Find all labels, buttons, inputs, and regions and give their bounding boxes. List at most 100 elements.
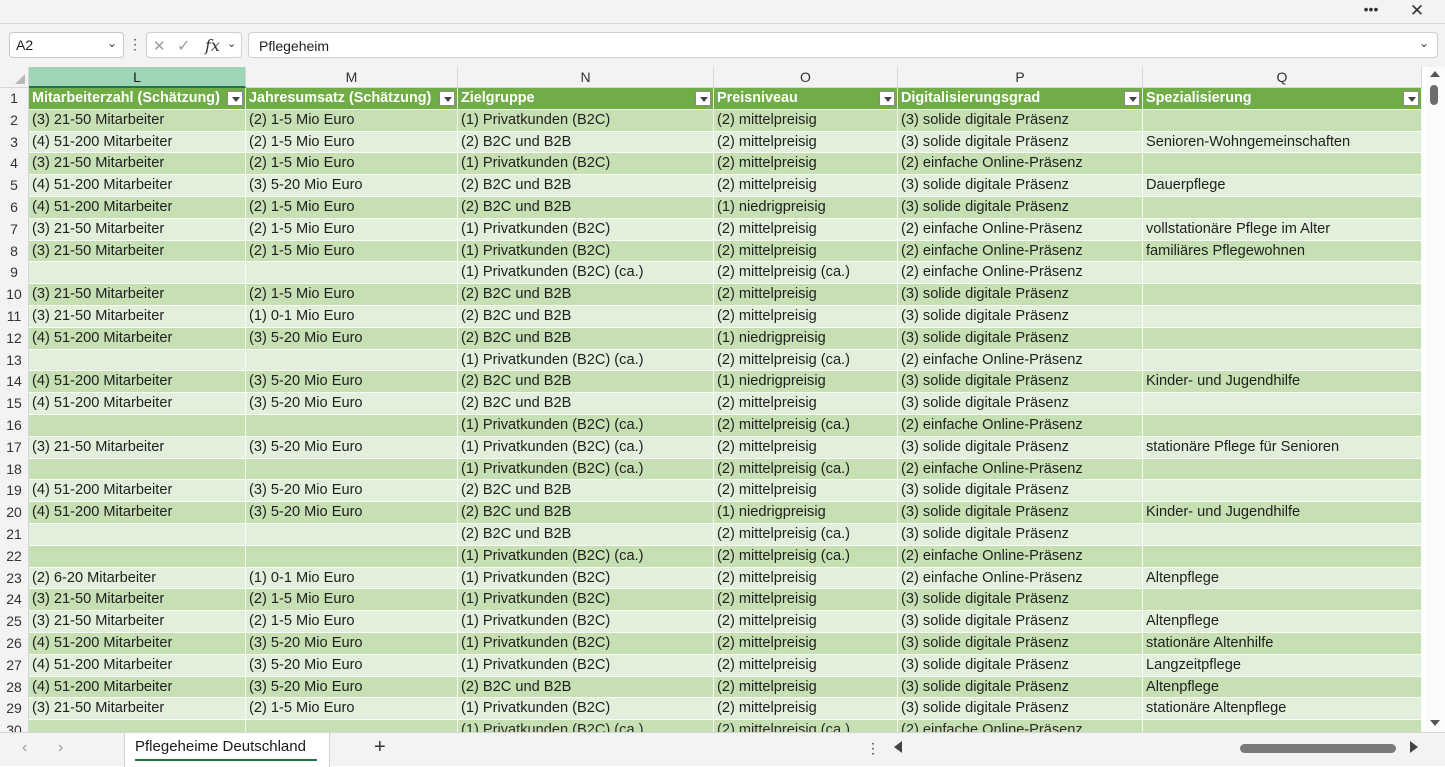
table-cell[interactable]: (2) mittelpreisig: [714, 284, 898, 306]
row-number[interactable]: 16: [0, 414, 29, 437]
header-cell[interactable]: Spezialisierung: [1143, 88, 1422, 110]
table-cell[interactable]: (3) 5-20 Mio Euro: [246, 393, 458, 415]
table-cell[interactable]: (3) solide digitale Präsenz: [898, 502, 1143, 524]
filter-dropdown-icon[interactable]: [879, 91, 895, 106]
table-cell[interactable]: (2) einfache Online-Präsenz: [898, 545, 1143, 568]
table-cell[interactable]: (3) solide digitale Präsenz: [898, 611, 1143, 633]
row-number[interactable]: 18: [0, 458, 29, 481]
table-cell[interactable]: (1) niedrigpreisig: [714, 371, 898, 394]
table-cell[interactable]: (3) solide digitale Präsenz: [898, 393, 1143, 415]
table-cell[interactable]: (2) mittelpreisig: [714, 393, 898, 415]
table-cell[interactable]: Altenpflege: [1143, 611, 1422, 633]
table-cell[interactable]: (3) 21-50 Mitarbeiter: [29, 153, 246, 176]
row-number[interactable]: 8: [0, 240, 29, 263]
table-cell[interactable]: (1) Privatkunden (B2C): [458, 654, 714, 677]
row-number[interactable]: 9: [0, 262, 29, 285]
table-cell[interactable]: (1) Privatkunden (B2C): [458, 240, 714, 263]
row-number[interactable]: 21: [0, 523, 29, 546]
table-cell[interactable]: (4) 51-200 Mitarbeiter: [29, 632, 246, 655]
table-cell[interactable]: (3) 5-20 Mio Euro: [246, 175, 458, 197]
table-cell[interactable]: [1143, 153, 1422, 176]
table-cell[interactable]: (3) 5-20 Mio Euro: [246, 632, 458, 655]
table-cell[interactable]: vollstationäre Pflege im Alter: [1143, 218, 1422, 241]
table-cell[interactable]: stationäre Altenpflege: [1143, 698, 1422, 721]
table-cell[interactable]: [246, 523, 458, 546]
table-cell[interactable]: (2) einfache Online-Präsenz: [898, 720, 1143, 732]
table-cell[interactable]: (3) 5-20 Mio Euro: [246, 676, 458, 699]
spreadsheet-grid[interactable]: LMNOPQ 1 Mitarbeiterzahl (Schätzung) Jahre…: [0, 67, 1426, 732]
table-cell[interactable]: (2) 1-5 Mio Euro: [246, 611, 458, 633]
formula-input[interactable]: Pflegeheim ⌄: [248, 32, 1438, 58]
row-number[interactable]: 14: [0, 371, 29, 394]
table-cell[interactable]: (2) mittelpreisig: [714, 153, 898, 176]
table-cell[interactable]: (2) mittelpreisig: [714, 480, 898, 503]
table-cell[interactable]: (3) 21-50 Mitarbeiter: [29, 436, 246, 459]
table-cell[interactable]: (3) solide digitale Präsenz: [898, 436, 1143, 459]
table-cell[interactable]: (1) Privatkunden (B2C): [458, 632, 714, 655]
table-cell[interactable]: (3) 21-50 Mitarbeiter: [29, 305, 246, 328]
row-number[interactable]: 11: [0, 305, 29, 328]
table-cell[interactable]: (1) Privatkunden (B2C) (ca.): [458, 458, 714, 481]
table-cell[interactable]: [246, 720, 458, 732]
insert-function-icon[interactable]: fx: [205, 36, 220, 55]
table-cell[interactable]: (3) 21-50 Mitarbeiter: [29, 218, 246, 241]
column-header-q[interactable]: Q: [1143, 67, 1422, 88]
table-cell[interactable]: (2) einfache Online-Präsenz: [898, 567, 1143, 590]
vertical-scrollbar[interactable]: [1426, 67, 1445, 732]
table-cell[interactable]: (3) 21-50 Mitarbeiter: [29, 240, 246, 263]
row-number[interactable]: 4: [0, 153, 29, 176]
row-number[interactable]: 24: [0, 589, 29, 612]
table-cell[interactable]: (3) solide digitale Präsenz: [898, 589, 1143, 612]
row-number[interactable]: 28: [0, 676, 29, 699]
table-cell[interactable]: (2) mittelpreisig (ca.): [714, 720, 898, 732]
table-cell[interactable]: (2) B2C und B2B: [458, 676, 714, 699]
row-number[interactable]: 10: [0, 284, 29, 306]
table-cell[interactable]: [29, 545, 246, 568]
table-cell[interactable]: (3) 21-50 Mitarbeiter: [29, 284, 246, 306]
table-cell[interactable]: (1) Privatkunden (B2C): [458, 611, 714, 633]
column-header-m[interactable]: M: [246, 67, 458, 88]
table-cell[interactable]: (3) solide digitale Präsenz: [898, 676, 1143, 699]
table-cell[interactable]: (3) solide digitale Präsenz: [898, 196, 1143, 219]
filter-dropdown-icon[interactable]: [1403, 91, 1419, 106]
table-cell[interactable]: [1143, 480, 1422, 503]
row-number[interactable]: 20: [0, 502, 29, 524]
row-number[interactable]: 7: [0, 218, 29, 241]
row-number[interactable]: 12: [0, 327, 29, 350]
table-cell[interactable]: (1) Privatkunden (B2C) (ca.): [458, 436, 714, 459]
table-cell[interactable]: (2) 1-5 Mio Euro: [246, 218, 458, 241]
table-cell[interactable]: [1143, 284, 1422, 306]
table-cell[interactable]: (2) mittelpreisig: [714, 175, 898, 197]
table-cell[interactable]: (3) solide digitale Präsenz: [898, 523, 1143, 546]
more-options-icon[interactable]: •••: [1359, 1, 1383, 21]
table-cell[interactable]: [1143, 589, 1422, 612]
table-cell[interactable]: (3) solide digitale Präsenz: [898, 632, 1143, 655]
table-cell[interactable]: [29, 262, 246, 285]
table-cell[interactable]: (3) solide digitale Präsenz: [898, 327, 1143, 350]
table-cell[interactable]: (2) mittelpreisig (ca.): [714, 349, 898, 372]
row-number[interactable]: 15: [0, 393, 29, 415]
table-cell[interactable]: (2) mittelpreisig: [714, 654, 898, 677]
table-cell[interactable]: [246, 349, 458, 372]
row-number[interactable]: 25: [0, 611, 29, 633]
table-cell[interactable]: (3) solide digitale Präsenz: [898, 480, 1143, 503]
table-cell[interactable]: (3) 5-20 Mio Euro: [246, 502, 458, 524]
table-cell[interactable]: stationäre Pflege für Senioren: [1143, 436, 1422, 459]
row-number[interactable]: 2: [0, 109, 29, 132]
chevron-down-icon[interactable]: ⌄: [107, 36, 117, 50]
table-cell[interactable]: (2) mittelpreisig (ca.): [714, 458, 898, 481]
table-cell[interactable]: (2) mittelpreisig (ca.): [714, 545, 898, 568]
cancel-icon[interactable]: ✕: [153, 37, 166, 55]
table-cell[interactable]: (2) 1-5 Mio Euro: [246, 589, 458, 612]
table-cell[interactable]: (3) solide digitale Präsenz: [898, 131, 1143, 154]
row-number[interactable]: 17: [0, 436, 29, 459]
row-number[interactable]: 29: [0, 698, 29, 721]
tab-bar-options-icon[interactable]: ⋮: [866, 740, 880, 757]
row-number[interactable]: 27: [0, 654, 29, 677]
expand-formula-icon[interactable]: ⌄: [1419, 36, 1429, 50]
filter-dropdown-icon[interactable]: [1124, 91, 1140, 106]
previous-sheet-icon[interactable]: ‹: [22, 739, 27, 757]
table-cell[interactable]: (2) 1-5 Mio Euro: [246, 698, 458, 721]
table-cell[interactable]: [1143, 458, 1422, 481]
table-cell[interactable]: (4) 51-200 Mitarbeiter: [29, 393, 246, 415]
